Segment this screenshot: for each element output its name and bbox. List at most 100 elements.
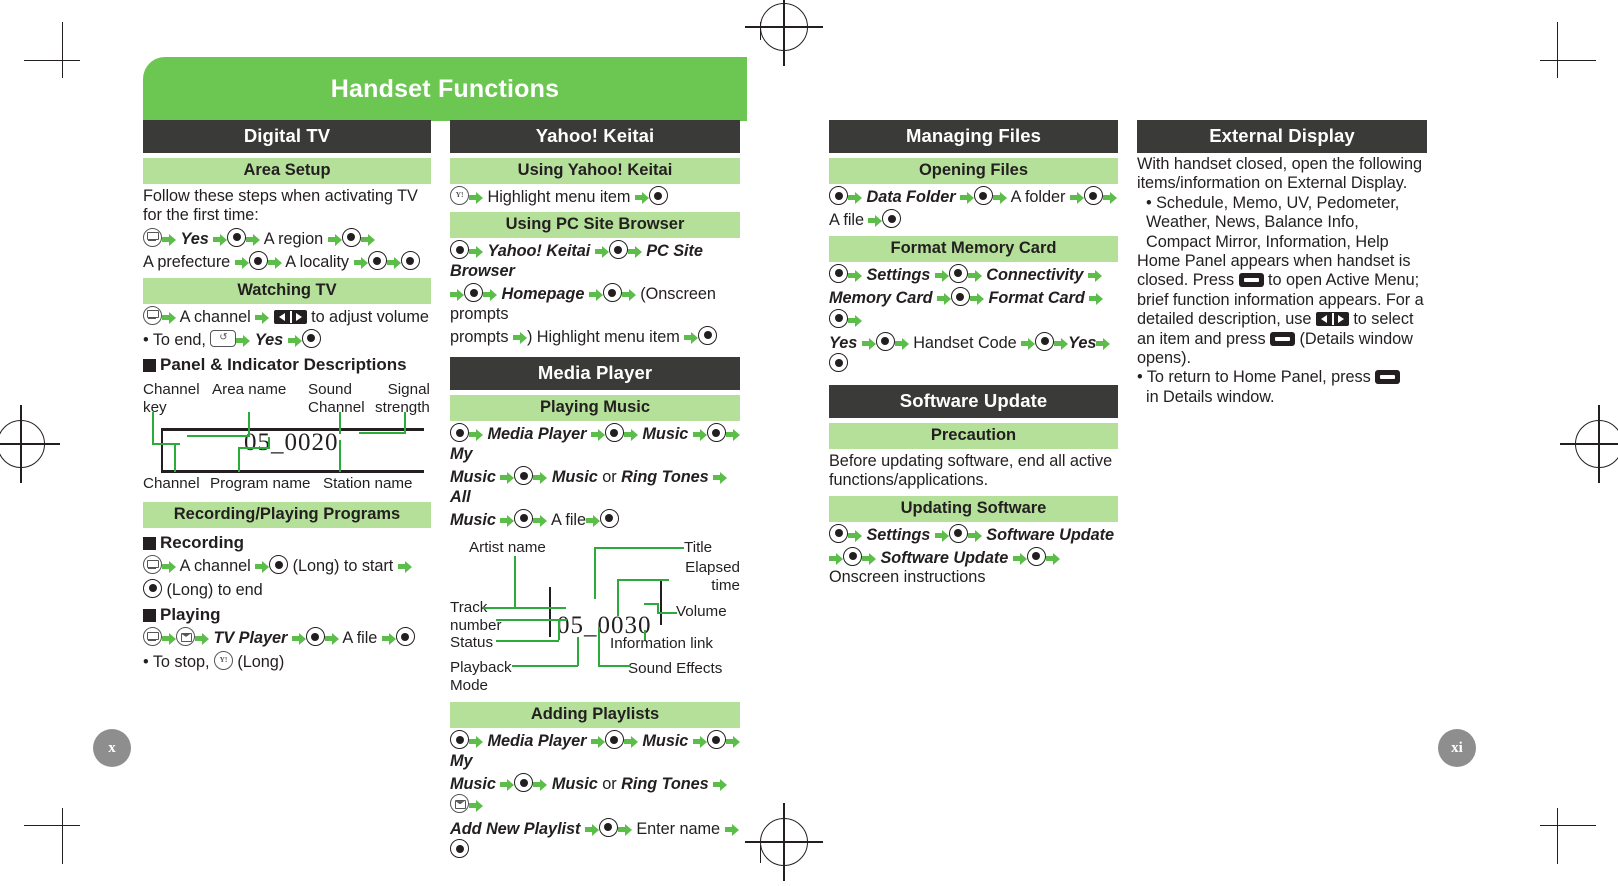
- format-card-line2: Memory Card Format Card: [829, 287, 1118, 330]
- center-key-icon: [598, 817, 618, 837]
- arrow-icon: [469, 191, 483, 204]
- diagram-connector: [644, 630, 646, 641]
- step-value-media-player: Media Player: [487, 732, 587, 751]
- subsection-updating-software: Updating Software: [829, 495, 1118, 522]
- diagram-connector: [152, 412, 154, 446]
- registration-mark-left: [0, 405, 60, 483]
- arrow-icon: [634, 191, 649, 204]
- arrow-icon: [585, 514, 600, 527]
- step-value-locality: A locality: [285, 253, 350, 272]
- mail-key-icon: [450, 794, 469, 814]
- playing-music-line2: Music Music or Ring Tones All: [450, 466, 740, 507]
- center-key-icon: [829, 523, 848, 543]
- diagram-connector: [404, 412, 406, 435]
- end-key-icon: [210, 329, 237, 347]
- arrow-icon: [934, 269, 949, 282]
- diagram-connector: [339, 440, 341, 473]
- diagram-screen-text: 05_0030: [557, 612, 652, 640]
- diagram-connector: [657, 612, 677, 615]
- center-key-icon: [829, 353, 848, 373]
- center-key-icon: [599, 508, 619, 528]
- step-value-long-start: (Long) to start: [292, 557, 394, 576]
- arrow-icon: [967, 269, 982, 282]
- step-value-handset-code: Handset Code: [913, 333, 1017, 352]
- subsection-playing-music: Playing Music: [450, 395, 740, 422]
- tv-key-icon: [143, 627, 162, 647]
- diagram-connector: [577, 637, 579, 667]
- diagram-screen-left-border: [161, 428, 164, 474]
- arrow-icon: [1021, 337, 1036, 350]
- subsection-adding-playlists: Adding Playlists: [450, 702, 740, 729]
- return-text-2: in Details window.: [1146, 387, 1275, 406]
- updating-software-line2: Software Update Onscreen instructions: [829, 546, 1118, 588]
- arrow-icon: [162, 311, 176, 324]
- arrow-icon: [1089, 292, 1104, 306]
- to-end-value: Yes: [254, 330, 284, 349]
- arrow-icon: [590, 428, 605, 442]
- step-value-channel: A channel: [179, 557, 251, 576]
- arrow-icon: [246, 233, 261, 246]
- step-value-all: All: [450, 487, 471, 506]
- registration-mark-top: [745, 0, 823, 66]
- section-title-managing-files: Managing Files: [829, 120, 1118, 153]
- step-value-or: or: [602, 468, 617, 487]
- section-title-media-player: Media Player: [450, 357, 740, 391]
- arrow-icon: [500, 471, 515, 485]
- section-title-digital-tv: Digital TV: [143, 120, 431, 153]
- arrow-icon: [255, 311, 270, 324]
- step-value-channel: A channel: [179, 307, 251, 326]
- arrow-icon: [1045, 552, 1060, 565]
- playing-to-stop: • To stop, (Long): [143, 650, 431, 672]
- square-bullet-icon: [143, 358, 156, 372]
- arrow-icon: [725, 735, 740, 749]
- subsection-watching-tv: Watching TV: [143, 277, 431, 304]
- tv-key-icon: [143, 555, 162, 575]
- page-number-right-text: xi: [1451, 739, 1463, 756]
- opening-files-line2: A file: [829, 209, 1118, 230]
- step-value-prefecture: A prefecture: [143, 253, 231, 272]
- diagram-label-station-name: Station name: [323, 475, 413, 493]
- area-setup-steps-line1: Yes A region: [143, 227, 431, 249]
- step-value-music-3: Music: [450, 510, 496, 529]
- arrow-icon: [588, 288, 603, 302]
- subsection-precaution: Precaution: [829, 422, 1118, 449]
- center-key-icon: [400, 251, 420, 271]
- step-value-a-folder: A folder: [1010, 188, 1066, 206]
- arrow-icon: [713, 778, 728, 792]
- arrow-icon: [936, 292, 951, 306]
- step-value-ring-tones: Ring Tones: [621, 775, 709, 794]
- recording-steps-line1: A channel (Long) to start: [143, 555, 431, 576]
- arrow-icon: [381, 632, 396, 646]
- center-key-icon: [450, 839, 469, 859]
- subsection-area-setup: Area Setup: [143, 158, 431, 184]
- diagram-label-playback-mode: Playback Mode: [450, 659, 512, 694]
- diagram-connector: [174, 443, 176, 473]
- arrow-icon: [868, 214, 883, 228]
- mail-key-icon: [176, 627, 195, 647]
- center-key-icon: [143, 578, 162, 598]
- using-yahoo-steps: Highlight menu item: [450, 186, 740, 207]
- arrow-icon: [360, 233, 375, 246]
- step-value-a-file: A file: [342, 629, 378, 648]
- arrow-icon: [848, 529, 862, 542]
- diagram-connector: [598, 665, 631, 668]
- center-key-icon: [829, 308, 848, 328]
- section-title-external-display: External Display: [1137, 120, 1427, 153]
- arrow-icon: [386, 256, 401, 270]
- external-display-home-panel: Home Panel appears when handset is close…: [1137, 252, 1427, 368]
- page-number-right: xi: [1438, 729, 1476, 767]
- column-managing-files: Managing Files Opening Files Data Folder…: [829, 120, 1118, 588]
- to-stop-label: • To stop,: [143, 652, 210, 671]
- center-key-icon: [602, 283, 622, 303]
- arrow-icon: [594, 245, 609, 259]
- to-end-label: • To end,: [143, 330, 206, 349]
- arrow-icon: [234, 256, 249, 270]
- step-value-add-new-playlist: Add New Playlist: [450, 819, 581, 838]
- step-value-highlight: ) Highlight menu item: [526, 327, 680, 346]
- arrow-icon: [469, 428, 483, 442]
- left-right-key-icon: [273, 309, 307, 324]
- arrow-icon: [213, 233, 228, 246]
- updating-software-line1: Settings Software Update: [829, 523, 1118, 545]
- soft-key-icon: [1270, 331, 1296, 346]
- step-value-connectivity: Connectivity: [986, 265, 1084, 284]
